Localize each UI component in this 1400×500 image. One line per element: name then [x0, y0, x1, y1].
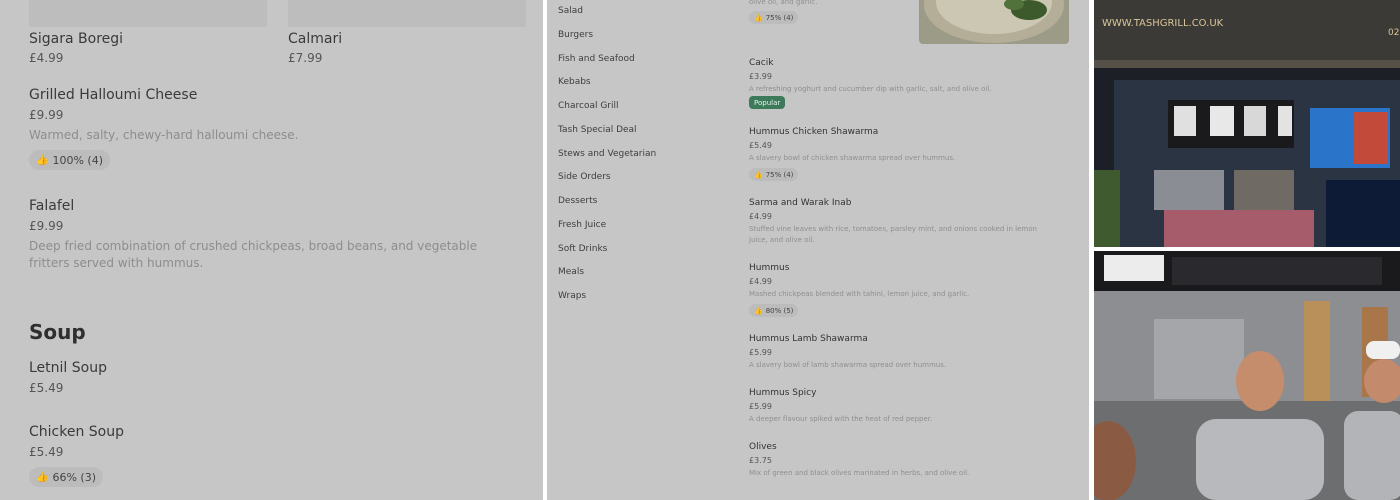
- item-name-hummus-chicken-shawarma[interactable]: Hummus Chicken Shawarma: [749, 127, 878, 137]
- rating-text: 100% (4): [52, 153, 103, 167]
- photo-storefront: WWW.TASHGRILL.CO.UK 02: [1094, 0, 1400, 247]
- item-name-hummus-spicy[interactable]: Hummus Spicy: [749, 388, 816, 398]
- item-desc-hummus-lamb-shawarma: A slavery bowl of lamb shawarma spread o…: [749, 361, 947, 369]
- item-name-grilled-halloumi[interactable]: Grilled Halloumi Cheese: [29, 87, 197, 103]
- rating-badge-hummus: 👍 80% (5): [749, 304, 799, 317]
- item-name-falafel[interactable]: Falafel: [29, 198, 74, 214]
- item-name-olives[interactable]: Olives: [749, 442, 777, 452]
- item-desc-hummus: Mashed chickpeas blended with tahini, le…: [749, 290, 970, 298]
- category-link-tash-special-deal[interactable]: Tash Special Deal: [558, 125, 637, 135]
- menu-panel-left: Sigara Boregi £4.99 Calmari £7.99 Grille…: [0, 0, 543, 500]
- rating-text: 75% (4): [765, 13, 794, 22]
- item-image-calmari[interactable]: [288, 0, 526, 27]
- rating-badge-grilled-halloumi: 👍 100% (4): [29, 150, 110, 170]
- storefront-graphic: WWW.TASHGRILL.CO.UK 02: [1094, 0, 1400, 247]
- category-link-stews-and-vegetarian[interactable]: Stews and Vegetarian: [558, 149, 656, 159]
- item-price-hummus-lamb-shawarma: £5.99: [749, 348, 772, 357]
- item-price-sigara-boregi: £4.99: [29, 51, 64, 65]
- thumbs-up-icon: 👍: [36, 154, 49, 166]
- item-price-grilled-halloumi: £9.99: [29, 108, 64, 122]
- item-price-hummus: £4.99: [749, 277, 772, 286]
- item-name-chicken-soup[interactable]: Chicken Soup: [29, 424, 124, 440]
- item-name-letnil-soup[interactable]: Letnil Soup: [29, 360, 107, 376]
- category-link-meals[interactable]: Meals: [558, 267, 584, 277]
- kitchen-graphic: [1094, 251, 1400, 500]
- item-desc-hummus-chicken-shawarma: A slavery bowl of chicken shawarma sprea…: [749, 154, 956, 162]
- category-link-salad[interactable]: Salad: [558, 6, 583, 16]
- rating-badge-chicken-soup: 👍 66% (3): [29, 467, 103, 487]
- storefront-sign-text: WWW.TASHGRILL.CO.UK: [1102, 18, 1224, 29]
- item-price-chicken-soup: £5.49: [29, 445, 64, 459]
- item-price-calmari: £7.99: [288, 51, 323, 65]
- item-price-sarma-warak-inab: £4.99: [749, 212, 772, 221]
- thumbs-up-icon: 👍: [754, 13, 763, 22]
- rating-text: 66% (3): [52, 470, 96, 484]
- item-desc-falafel: Deep fried combination of crushed chickp…: [29, 239, 478, 270]
- thumbs-up-icon: 👍: [754, 306, 763, 315]
- item-desc-hummus-spicy: A deeper flavour spiked with the heat of…: [749, 415, 933, 423]
- item-price-letnil-soup: £5.49: [29, 381, 64, 395]
- screenshot-collage: Sigara Boregi £4.99 Calmari £7.99 Grille…: [0, 0, 1400, 500]
- rating-badge-fragment: 👍 75% (4): [749, 11, 799, 24]
- item-price-falafel: £9.99: [29, 219, 64, 233]
- category-link-soft-drinks[interactable]: Soft Drinks: [558, 244, 607, 254]
- category-link-fresh-juice[interactable]: Fresh Juice: [558, 220, 606, 230]
- item-price-cacik: £3.99: [749, 72, 772, 81]
- item-name-sarma-warak-inab[interactable]: Sarma and Warak Inab: [749, 198, 851, 208]
- category-link-charcoal-grill[interactable]: Charcoal Grill: [558, 101, 619, 111]
- category-link-burgers[interactable]: Burgers: [558, 30, 593, 40]
- item-name-hummus[interactable]: Hummus: [749, 263, 789, 273]
- item-name-cacik[interactable]: Cacik: [749, 58, 773, 68]
- item-image-sigara-boregi[interactable]: [29, 0, 267, 27]
- popular-badge: Popular: [749, 96, 786, 109]
- category-link-side-orders[interactable]: Side Orders: [558, 172, 611, 182]
- item-desc-grilled-halloumi: Warmed, salty, chewy-hard halloumi chees…: [29, 128, 299, 142]
- category-link-kebabs[interactable]: Kebabs: [558, 77, 591, 87]
- item-name-calmari[interactable]: Calmari: [288, 31, 342, 47]
- category-link-fish-and-seafood[interactable]: Fish and Seafood: [558, 54, 635, 64]
- photo-kitchen-staff: [1094, 251, 1400, 500]
- rating-badge-hummus-chicken-shawarma: 👍 75% (4): [749, 168, 799, 181]
- category-link-desserts[interactable]: Desserts: [558, 196, 597, 206]
- item-image-hummus-dish[interactable]: [919, 0, 1069, 44]
- menu-panel-middle: Salad Burgers Fish and Seafood Kebabs Ch…: [547, 0, 1089, 500]
- item-desc-cacik: A refreshing yoghurt and cucumber dip wi…: [749, 85, 992, 93]
- food-image-graphic: [924, 0, 1064, 43]
- thumbs-up-icon: 👍: [754, 170, 763, 179]
- item-price-hummus-spicy: £5.99: [749, 402, 772, 411]
- rating-text: 75% (4): [765, 170, 794, 179]
- item-desc-sarma-warak-inab: Stuffed vine leaves with rice, tomatoes,…: [749, 225, 1037, 244]
- rating-text: 80% (5): [765, 306, 794, 315]
- item-name-sigara-boregi[interactable]: Sigara Boregi: [29, 31, 123, 47]
- item-price-olives: £3.75: [749, 456, 772, 465]
- category-link-wraps[interactable]: Wraps: [558, 291, 586, 301]
- thumbs-up-icon: 👍: [36, 471, 49, 483]
- item-price-hummus-chicken-shawarma: £5.49: [749, 141, 772, 150]
- item-desc-olives: Mix of green and black olives marinated …: [749, 469, 970, 477]
- section-title-soup: Soup: [29, 320, 86, 344]
- storefront-sign-suffix: 02: [1388, 28, 1399, 38]
- item-name-hummus-lamb-shawarma[interactable]: Hummus Lamb Shawarma: [749, 334, 868, 344]
